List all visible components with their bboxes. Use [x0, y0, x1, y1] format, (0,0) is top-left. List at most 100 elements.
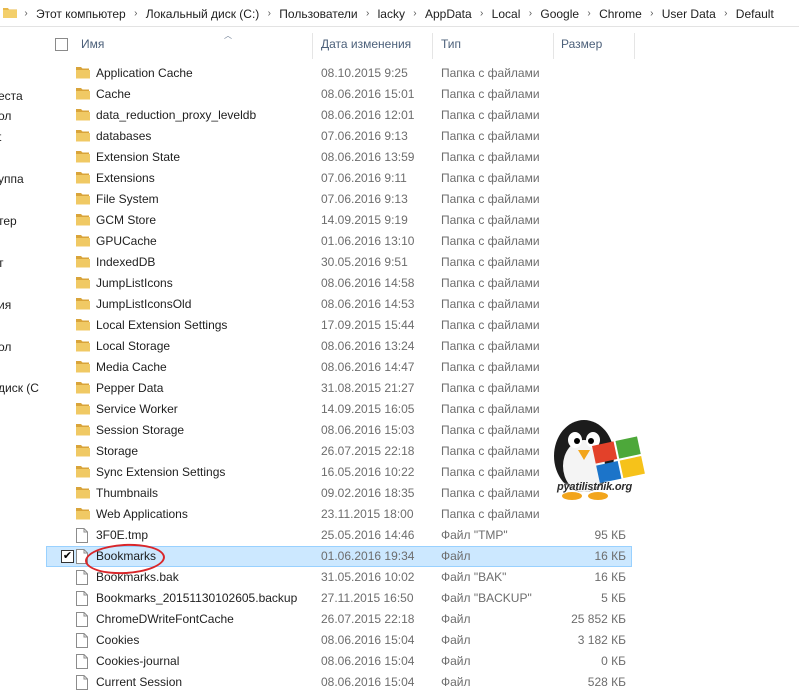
file-name[interactable]: Thumbnails	[96, 486, 158, 500]
file-name[interactable]: Storage	[96, 444, 138, 458]
file-row[interactable]: Storage 26.07.2015 22:18 Папка с файлами	[46, 441, 799, 462]
chevron-right-icon[interactable]: ›	[523, 8, 537, 19]
file-name[interactable]: Media Cache	[96, 360, 167, 374]
file-name[interactable]: JumpListIcons	[96, 276, 173, 290]
breadcrumb-item[interactable]: › Default	[719, 7, 777, 21]
column-type[interactable]: Тип	[441, 37, 461, 51]
breadcrumb-label[interactable]: Local	[489, 7, 524, 21]
file-row[interactable]: Pepper Data 31.08.2015 21:27 Папка с файла…	[46, 378, 799, 399]
chevron-right-icon[interactable]: ›	[582, 8, 596, 19]
file-name[interactable]: Extension State	[96, 150, 180, 164]
breadcrumb-item[interactable]: › Этот компьютер	[19, 7, 129, 21]
file-row[interactable]: Media Cache 08.06.2016 14:47 Папка с файла…	[46, 357, 799, 378]
file-name[interactable]: Pepper Data	[96, 381, 163, 395]
file-name[interactable]: Cache	[96, 87, 131, 101]
file-row[interactable]: Current Session 08.06.2016 15:04 Файл 528 К…	[46, 672, 799, 693]
file-name[interactable]: Current Session	[96, 675, 182, 689]
breadcrumb-item[interactable]: › User Data	[645, 7, 719, 21]
file-row[interactable]: 3F0E.tmp 25.05.2016 14:46 Файл "TMP" 95 КБ	[46, 525, 799, 546]
file-name[interactable]: Web Applications	[96, 507, 188, 521]
file-row[interactable]: Thumbnails 09.02.2016 18:35 Папка с файлам…	[46, 483, 799, 504]
chevron-right-icon[interactable]: ›	[19, 8, 33, 19]
column-divider[interactable]	[432, 33, 433, 59]
breadcrumb-item[interactable]: › lacky	[361, 7, 408, 21]
file-row[interactable]: File System 07.06.2016 9:13 Папка с файлам…	[46, 189, 799, 210]
file-name[interactable]: databases	[96, 129, 151, 143]
breadcrumb-label[interactable]: Этот компьютер	[33, 7, 129, 21]
select-all-checkbox[interactable]	[55, 38, 68, 51]
nav-item[interactable]: т	[0, 256, 6, 270]
breadcrumb-item[interactable]: › Chrome	[582, 7, 645, 21]
nav-item[interactable]: уппа	[0, 172, 26, 186]
file-row[interactable]: Local Storage 08.06.2016 13:24 Папка с фай…	[46, 336, 799, 357]
breadcrumb-label[interactable]: lacky	[375, 7, 408, 21]
breadcrumb-label[interactable]: Google	[537, 7, 582, 21]
breadcrumb-item[interactable]: › Пользователи	[262, 7, 360, 21]
file-name[interactable]: Local Extension Settings	[96, 318, 227, 332]
file-row[interactable]: Cache 08.06.2016 15:01 Папка с файлами	[46, 84, 799, 105]
file-name[interactable]: 3F0E.tmp	[96, 528, 148, 542]
file-row[interactable]: Application Cache 08.10.2015 9:25 Папка с …	[46, 63, 799, 84]
row-checkbox[interactable]: ✔	[61, 550, 74, 563]
breadcrumb-item[interactable]: › AppData	[408, 7, 475, 21]
file-row[interactable]: GCM Store 14.09.2015 9:19 Папка с файлами	[46, 210, 799, 231]
nav-item[interactable]: t	[0, 130, 3, 144]
nav-item[interactable]: тер	[0, 214, 19, 228]
file-name[interactable]: IndexedDB	[96, 255, 155, 269]
nav-item[interactable]: диск (С	[0, 381, 41, 395]
column-date[interactable]: Дата изменения	[321, 37, 411, 51]
breadcrumb-item[interactable]: › Локальный диск (C:)	[129, 7, 263, 21]
breadcrumb-item[interactable]: › Google	[523, 7, 582, 21]
column-divider[interactable]	[312, 33, 313, 59]
file-row[interactable]: Web Applications 23.11.2015 18:00 Папка с …	[46, 504, 799, 525]
file-name[interactable]: Cookies	[96, 633, 139, 647]
file-row[interactable]: Local Extension Settings 17.09.2015 15:44…	[46, 315, 799, 336]
file-row[interactable]: Bookmarks.bak 31.05.2016 10:02 Файл "BAK" 1…	[46, 567, 799, 588]
file-row[interactable]: Service Worker 14.09.2015 16:05 Папка с фа…	[46, 399, 799, 420]
breadcrumb-label[interactable]: Chrome	[596, 7, 645, 21]
breadcrumb-item[interactable]: › Local	[475, 7, 524, 21]
file-row[interactable]: Extension State 08.06.2016 13:59 Папка с ф…	[46, 147, 799, 168]
file-row[interactable]: JumpListIcons 08.06.2016 14:58 Папка с фай…	[46, 273, 799, 294]
file-row[interactable]: Sync Extension Settings 16.05.2016 10:22 П…	[46, 462, 799, 483]
file-row[interactable]: Cookies-journal 08.06.2016 15:04 Файл 0 КБ	[46, 651, 799, 672]
file-name[interactable]: JumpListIconsOld	[96, 297, 191, 311]
breadcrumb-label[interactable]: Default	[733, 7, 777, 21]
column-name[interactable]: Имя	[81, 37, 104, 51]
file-row[interactable]: GPUCache 01.06.2016 13:10 Папка с файлами	[46, 231, 799, 252]
chevron-right-icon[interactable]: ›	[262, 8, 276, 19]
column-divider[interactable]	[553, 33, 554, 59]
file-name[interactable]: Local Storage	[96, 339, 170, 353]
file-row[interactable]: Cookies 08.06.2016 15:04 Файл 3 182 КБ	[46, 630, 799, 651]
chevron-right-icon[interactable]: ›	[361, 8, 375, 19]
file-name[interactable]: GPUCache	[96, 234, 157, 248]
column-size[interactable]: Размер	[561, 37, 602, 51]
nav-item[interactable]: ол	[0, 340, 13, 354]
breadcrumb-label[interactable]: User Data	[659, 7, 719, 21]
file-row[interactable]: JumpListIconsOld 08.06.2016 14:53 Папка с …	[46, 294, 799, 315]
breadcrumb-label[interactable]: Локальный диск (C:)	[143, 7, 263, 21]
chevron-right-icon[interactable]: ›	[645, 8, 659, 19]
file-row[interactable]: Session Storage 08.06.2016 15:03 Папка с ф…	[46, 420, 799, 441]
nav-item[interactable]: еста	[0, 89, 25, 103]
file-row[interactable]: IndexedDB 30.05.2016 9:51 Папка с файлами	[46, 252, 799, 273]
file-row[interactable]: Extensions 07.06.2016 9:11 Папка с файлами	[46, 168, 799, 189]
breadcrumb-label[interactable]: AppData	[422, 7, 475, 21]
file-name[interactable]: Service Worker	[96, 402, 178, 416]
file-name[interactable]: Bookmarks_20151130102605.backup	[96, 591, 297, 605]
chevron-right-icon[interactable]: ›	[719, 8, 733, 19]
file-row[interactable]: data_reduction_proxy_leveldb 08.06.2016 1…	[46, 105, 799, 126]
nav-item[interactable]: ия	[0, 298, 13, 312]
file-row[interactable]: ChromeDWriteFontCache 26.07.2015 22:18 Фай…	[46, 609, 799, 630]
chevron-right-icon[interactable]: ›	[475, 8, 489, 19]
file-row[interactable]: Bookmarks_20151130102605.backup 27.11.201…	[46, 588, 799, 609]
file-name[interactable]: Application Cache	[96, 66, 193, 80]
file-name[interactable]: Cookies-journal	[96, 654, 179, 668]
file-name[interactable]: GCM Store	[96, 213, 156, 227]
breadcrumb-label[interactable]: Пользователи	[276, 7, 360, 21]
nav-item[interactable]: ол	[0, 109, 13, 123]
file-name[interactable]: Extensions	[96, 171, 155, 185]
address-bar[interactable]: › Этот компьютер › Локальный диск (C:) › Поль…	[0, 0, 799, 27]
file-name[interactable]: Session Storage	[96, 423, 184, 437]
column-divider[interactable]	[634, 33, 635, 59]
